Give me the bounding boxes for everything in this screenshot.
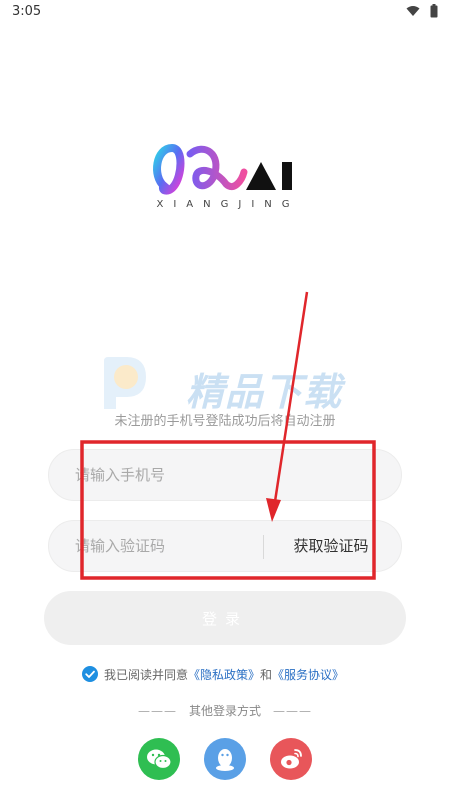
- weibo-login-button[interactable]: [270, 738, 312, 780]
- status-bar: 3:05: [0, 0, 450, 24]
- code-input[interactable]: [75, 521, 255, 571]
- wechat-icon: [147, 749, 172, 770]
- battery-icon: [430, 4, 438, 18]
- wechat-login-button[interactable]: [138, 738, 180, 780]
- other-login-divider: ——— 其他登录方式 ———: [0, 702, 450, 719]
- divider-dash-right: ———: [273, 704, 312, 718]
- phone-input[interactable]: [75, 450, 295, 500]
- watermark-text: 精品下载: [186, 370, 343, 414]
- other-login-label: 其他登录方式: [188, 704, 261, 718]
- divider-dash-left: ———: [137, 704, 177, 718]
- weibo-icon: [281, 749, 302, 769]
- qq-icon: [216, 749, 234, 771]
- get-code-button[interactable]: 获取验证码: [261, 521, 401, 571]
- agreement-and: 和: [260, 667, 273, 682]
- privacy-policy-link[interactable]: 《隐私政策》: [188, 666, 260, 683]
- qq-login-button[interactable]: [204, 738, 246, 780]
- watermark-logo-icon: [104, 357, 146, 409]
- agreement-prefix: 我已阅读并同意: [104, 667, 189, 682]
- phone-field[interactable]: [48, 449, 402, 501]
- watermark: 精品下载: [100, 355, 360, 415]
- code-field[interactable]: 获取验证码: [48, 520, 402, 572]
- annotation-arrowhead: [266, 498, 281, 522]
- checkbox-checked-icon[interactable]: [82, 666, 98, 682]
- service-agreement-link[interactable]: 《服务协议》: [272, 666, 344, 683]
- logo-mark-icon: [153, 143, 292, 195]
- status-time: 3:05: [12, 4, 42, 19]
- wifi-icon: [406, 6, 420, 16]
- logo-subtitle: XIANGJING: [156, 199, 300, 210]
- app-logo: [150, 140, 310, 200]
- register-hint: 未注册的手机号登陆成功后将自动注册: [114, 414, 336, 429]
- agreement-row: 我已阅读并同意 《隐私政策》 和 《服务协议》: [82, 664, 344, 684]
- login-button[interactable]: 登录: [44, 591, 406, 645]
